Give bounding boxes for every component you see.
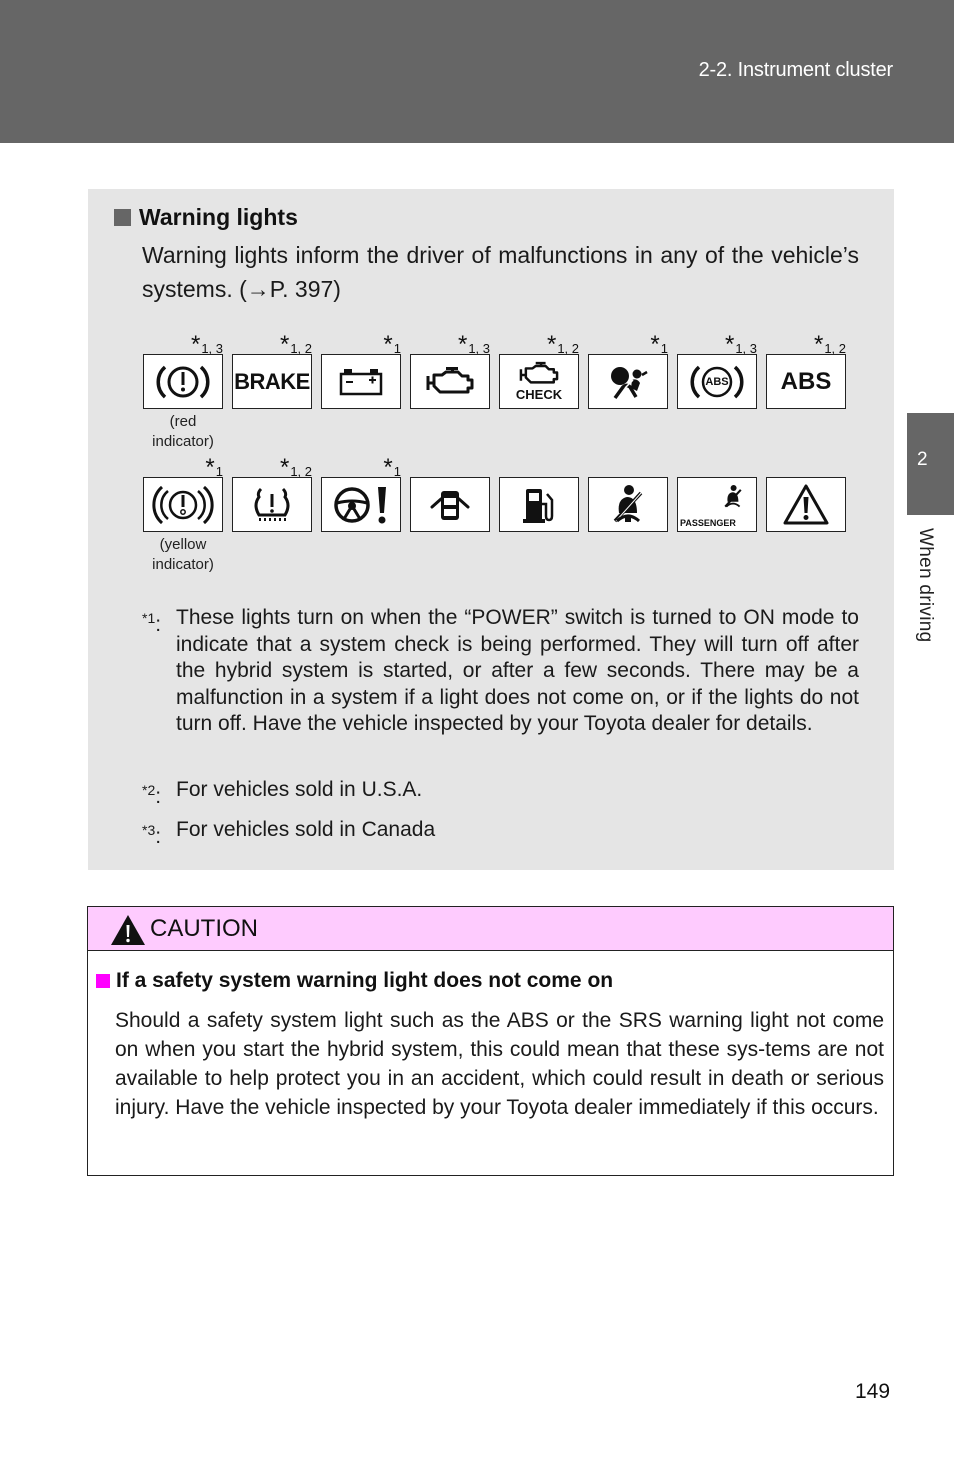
tire-pressure-icon — [232, 477, 312, 532]
caution-subheading: If a safety system warning light does no… — [96, 969, 613, 993]
chapter-label: When driving — [915, 528, 936, 643]
master-warning-triangle-icon — [766, 477, 846, 532]
passenger-seatbelt-icon: PASSENGER — [677, 477, 757, 532]
intro-paragraph: Warning lights inform the driver of malf… — [142, 242, 859, 302]
footnote-text: These lights turn on when the “POWER” sw… — [176, 606, 859, 735]
yellow-indicator-caption: (yellow indicator) — [152, 536, 214, 573]
abs-text-icon: ABS — [766, 354, 846, 409]
caution-subheading-text: If a safety system warning light does no… — [116, 969, 614, 992]
footnote-1: *1: These lights turn on when the “POWER… — [142, 605, 859, 738]
footnote-marker: *1: — [142, 610, 162, 636]
section-title: 2-2. Instrument cluster — [698, 59, 894, 81]
page-number: 149 — [855, 1380, 891, 1403]
chapter-number: 2 — [917, 449, 928, 470]
footnote-3: *3: For vehicles sold in Canada — [142, 817, 859, 848]
footnote-marker: *2: — [142, 782, 162, 808]
seatbelt-icon — [588, 477, 668, 532]
airbag-srs-icon — [588, 354, 668, 409]
battery-icon — [321, 354, 401, 409]
brake-text-icon: BRAKE — [232, 354, 312, 409]
brake-warning-circle-icon — [143, 354, 223, 409]
warning-triangle-icon — [111, 915, 145, 945]
caution-box: CAUTION If a safety system warning light… — [87, 906, 894, 1176]
steering-warning-icon — [321, 477, 401, 532]
caution-body: Should a safety system light such as the… — [115, 1009, 884, 1119]
warning-lights-section: Warning lights Warning lights inform the… — [88, 189, 894, 870]
square-bullet-icon — [114, 209, 131, 226]
footnote-text: For vehicles sold in Canada — [176, 818, 436, 841]
parking-brake-yellow-icon — [143, 477, 223, 532]
page-header-band: 2-2. Instrument cluster — [0, 0, 954, 143]
engine-icon — [410, 354, 490, 409]
heading-text: Warning lights — [139, 204, 298, 230]
section-heading: Warning lights — [114, 204, 298, 231]
square-bullet-icon — [96, 974, 110, 988]
red-indicator-caption: (red indicator) — [152, 413, 214, 450]
caution-header: CAUTION — [88, 907, 893, 951]
chapter-tab: 2 — [907, 413, 954, 515]
fuel-pump-icon — [499, 477, 579, 532]
caution-title: CAUTION — [150, 915, 258, 942]
footnote-text: For vehicles sold in U.S.A. — [176, 778, 423, 801]
engine-check-icon: CHECK — [499, 354, 579, 409]
footnote-2: *2: For vehicles sold in U.S.A. — [142, 777, 859, 808]
footnote-marker: *3: — [142, 822, 162, 848]
abs-circle-icon: ABS — [677, 354, 757, 409]
door-open-icon — [410, 477, 490, 532]
